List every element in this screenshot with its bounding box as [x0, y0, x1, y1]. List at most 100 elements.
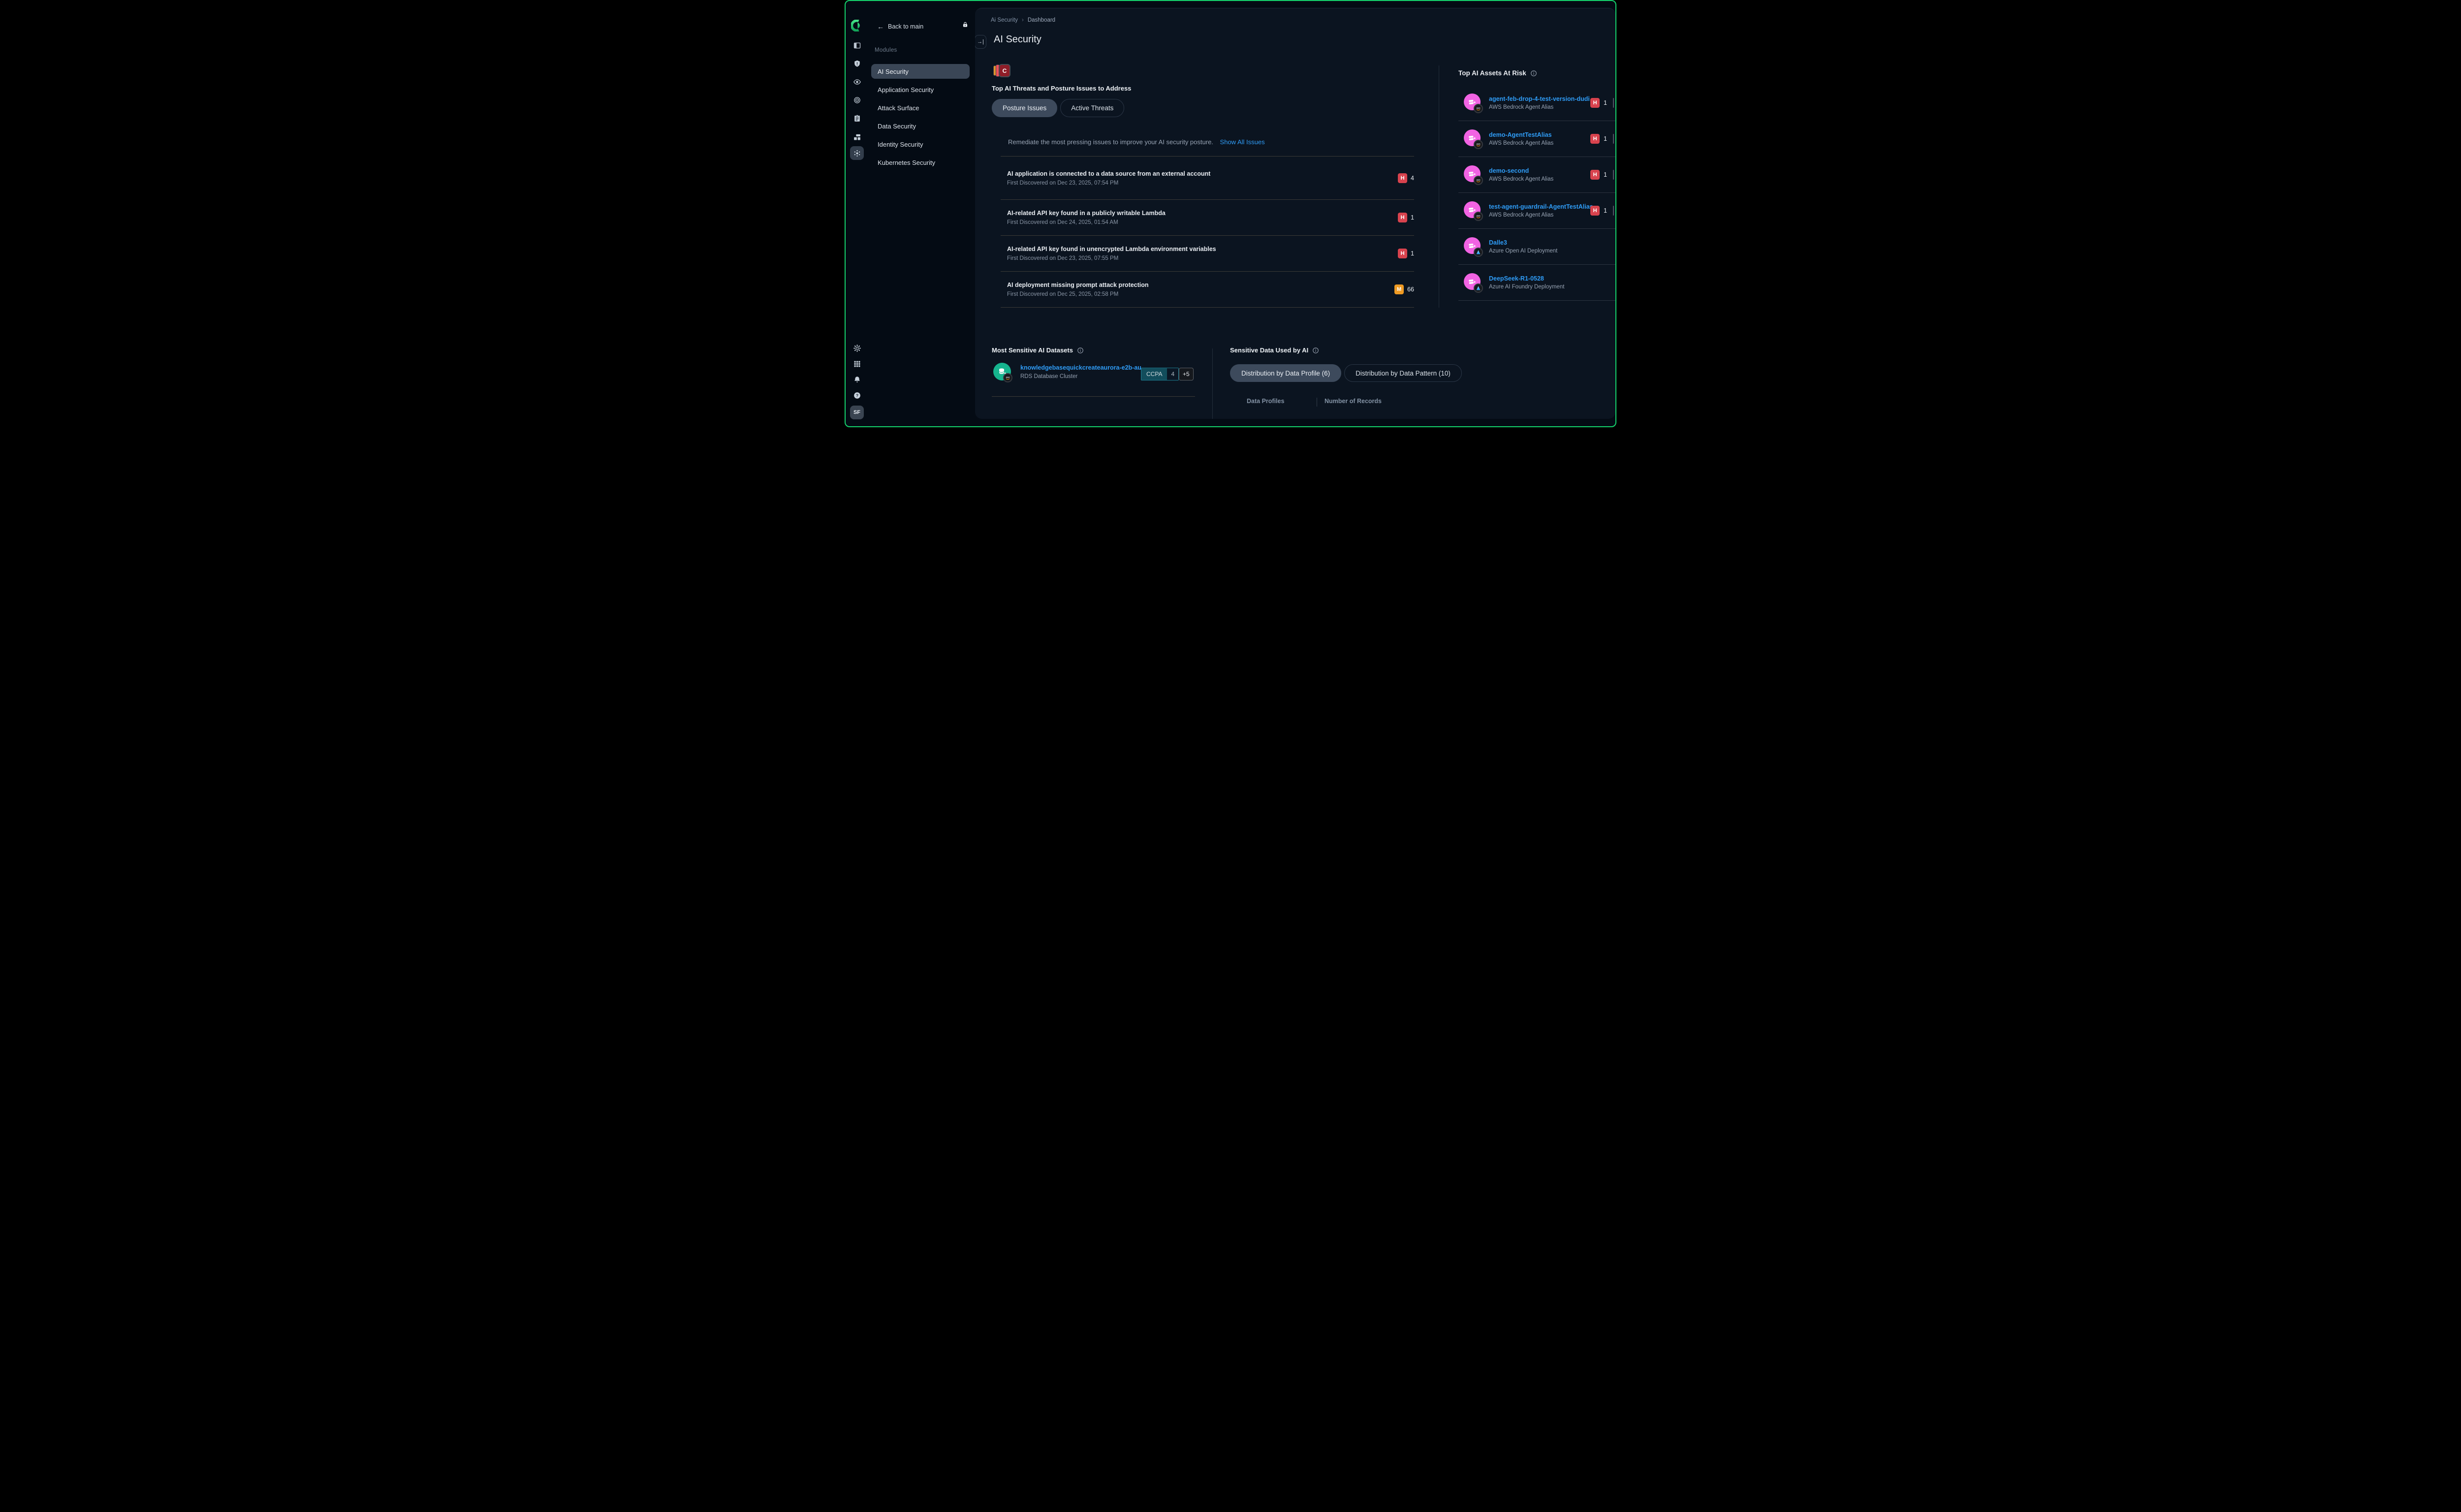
asset-name-link[interactable]: demo-second	[1489, 167, 1553, 174]
asset-type: AWS Bedrock Agent Alias	[1489, 176, 1553, 182]
asset-name-link[interactable]: test-agent-guardrail-AgentTestAlias	[1489, 203, 1593, 210]
app-window: ? SF ← Back to main Modules AI Security …	[845, 0, 1616, 427]
breadcrumb-separator-icon: ›	[1022, 17, 1024, 23]
page-title: AI Security	[994, 34, 1041, 45]
dataset-row[interactable]: aws knowledgebasequickcreateaurora-e2b-a…	[993, 359, 1195, 386]
issue-title: AI-related API key found in a publicly w…	[1007, 210, 1414, 217]
tab-active-threats[interactable]: Active Threats	[1060, 99, 1124, 117]
severity-badge: H	[1590, 206, 1600, 216]
main-content-card: Ai Security › Dashboard →| AI Security C…	[975, 8, 1615, 419]
info-icon[interactable]	[1312, 347, 1319, 354]
asset-icon: aws	[1464, 94, 1483, 112]
brand-logo-icon[interactable]	[851, 20, 863, 32]
back-arrow-icon: ←	[877, 23, 884, 31]
show-all-issues-link[interactable]: Show All Issues	[1220, 138, 1265, 146]
sidebar-item-ai-security[interactable]: AI Security	[871, 64, 970, 79]
asset-type: AWS Bedrock Agent Alias	[1489, 140, 1553, 146]
breadcrumb-leaf[interactable]: Dashboard	[1028, 17, 1055, 23]
asset-row[interactable]: Dalle3 Azure Open AI Deployment	[1458, 229, 1615, 265]
severity-badge: H	[1398, 249, 1407, 258]
notifications-bell-icon[interactable]	[850, 373, 864, 386]
asset-type: Azure AI Foundry Deployment	[1489, 284, 1564, 290]
severity-count: 1	[1604, 207, 1607, 214]
issue-row[interactable]: AI-related API key found in unencrypted …	[1001, 236, 1414, 272]
severity-badge: H	[1590, 98, 1600, 108]
aws-provider-icon: aws	[1474, 104, 1483, 113]
asset-row[interactable]: DeepSeek-R1-0528 Azure AI Foundry Deploy…	[1458, 265, 1615, 301]
assets-panel-title: Top AI Assets At Risk	[1458, 69, 1526, 77]
sensitive-data-heading-row: Sensitive Data Used by AI	[1230, 346, 1319, 354]
sensitive-data-heading: Sensitive Data Used by AI	[1230, 346, 1308, 354]
column-header-data-profiles[interactable]: Data Profiles	[1247, 398, 1284, 405]
tag-count: 4	[1167, 368, 1178, 380]
tab-distribution-data-pattern[interactable]: Distribution by Data Pattern (10)	[1344, 364, 1462, 382]
asset-row[interactable]: aws demo-AgentTestAlias AWS Bedrock Agen…	[1458, 121, 1615, 157]
pin-lock-icon[interactable]	[962, 21, 969, 29]
datasets-heading: Most Sensitive AI Datasets	[992, 346, 1073, 354]
issue-severity-group: H 4	[1398, 173, 1414, 183]
sidebar-item-identity-security[interactable]: Identity Security	[871, 137, 970, 152]
vertical-divider	[1212, 348, 1213, 419]
clipboard-icon[interactable]	[850, 111, 864, 125]
threats-section-heading: Top AI Threats and Posture Issues to Add…	[992, 85, 1131, 92]
sidebar-item-data-security[interactable]: Data Security	[871, 119, 970, 133]
severity-badge: H	[1398, 213, 1407, 222]
severity-count: 1	[1604, 171, 1607, 178]
info-icon[interactable]	[1530, 70, 1537, 77]
asset-severity-group: H 1	[1590, 134, 1614, 144]
asset-severity-group: H 1	[1590, 98, 1614, 108]
help-icon[interactable]: ?	[850, 388, 864, 402]
severity-badge: H	[1590, 170, 1600, 180]
aws-provider-icon: aws	[1474, 140, 1483, 149]
issue-row[interactable]: AI-related API key found in a publicly w…	[1001, 200, 1414, 236]
more-tags-chip[interactable]: +5	[1179, 368, 1194, 380]
tab-distribution-data-profile[interactable]: Distribution by Data Profile (6)	[1230, 364, 1341, 382]
sidebar-collapse-button[interactable]: →|	[975, 35, 986, 49]
asset-name-link[interactable]: Dalle3	[1489, 239, 1557, 246]
issue-row[interactable]: AI application is connected to a data so…	[1001, 157, 1414, 200]
compliance-tag[interactable]: CCPA 4	[1141, 368, 1179, 380]
info-icon[interactable]	[1077, 347, 1084, 354]
severity-card-critical: C	[999, 64, 1010, 77]
issue-row[interactable]: AI deployment missing prompt attack prot…	[1001, 272, 1414, 308]
severity-count: 4	[1411, 175, 1414, 182]
issue-date: First Discovered on Dec 24, 2025, 01:54 …	[1007, 220, 1414, 225]
asset-type: AWS Bedrock Agent Alias	[1489, 104, 1590, 110]
left-icon-rail: ? SF	[846, 1, 868, 426]
asset-name-link[interactable]: DeepSeek-R1-0528	[1489, 275, 1564, 282]
back-to-main-link[interactable]: ← Back to main	[877, 23, 923, 31]
settings-gear-icon[interactable]	[850, 341, 864, 355]
asset-row[interactable]: aws test-agent-guardrail-AgentTestAlias …	[1458, 193, 1615, 229]
asset-row[interactable]: aws demo-second AWS Bedrock Agent Alias …	[1458, 157, 1615, 193]
module-nav: AI Security Application Security Attack …	[871, 64, 970, 173]
dashboard-layout-icon[interactable]	[850, 38, 864, 52]
eye-icon[interactable]	[850, 75, 864, 89]
asset-name-link[interactable]: agent-feb-drop-4-test-version-dudi	[1489, 95, 1590, 102]
target-icon[interactable]	[850, 93, 864, 107]
column-header-number-of-records[interactable]: Number of Records	[1325, 398, 1382, 405]
apps-grid-icon[interactable]	[850, 357, 864, 371]
asset-row[interactable]: aws agent-feb-drop-4-test-version-dudi A…	[1458, 85, 1615, 121]
divider	[992, 396, 1195, 397]
ai-cluster-icon[interactable]	[850, 146, 864, 160]
sidebar-item-attack-surface[interactable]: Attack Surface	[871, 100, 970, 115]
org-blocks-icon[interactable]	[850, 130, 864, 144]
asset-icon	[1464, 273, 1483, 292]
tab-posture-issues[interactable]: Posture Issues	[992, 99, 1057, 117]
sidebar-item-application-security[interactable]: Application Security	[871, 82, 970, 97]
azure-provider-icon	[1474, 284, 1483, 293]
dataset-icon: aws	[993, 363, 1012, 381]
user-avatar[interactable]: SF	[850, 406, 864, 419]
shield-alert-icon[interactable]	[850, 57, 864, 70]
tag-label: CCPA	[1141, 368, 1167, 380]
breadcrumb-root[interactable]: Ai Security	[991, 17, 1018, 23]
severity-count: 1	[1604, 135, 1607, 142]
sidebar-item-kubernetes-security[interactable]: Kubernetes Security	[871, 155, 970, 170]
azure-provider-icon	[1474, 248, 1483, 257]
dataset-name-link[interactable]: knowledgebasequickcreateaurora-e2b-au	[1020, 364, 1141, 371]
aws-provider-icon: aws	[1003, 373, 1012, 382]
remediation-banner: Remediate the most pressing issues to im…	[1001, 130, 1414, 157]
asset-name-link[interactable]: demo-AgentTestAlias	[1489, 131, 1553, 138]
issue-severity-group: M 66	[1394, 284, 1414, 294]
banner-text: Remediate the most pressing issues to im…	[1008, 138, 1213, 146]
